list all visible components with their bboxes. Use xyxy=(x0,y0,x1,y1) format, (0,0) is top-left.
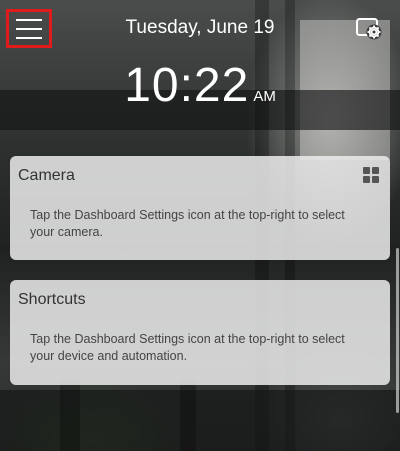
clock: 10:22 AM xyxy=(0,58,400,113)
camera-card[interactable]: Camera Tap the Dashboard Settings icon a… xyxy=(10,156,390,260)
shortcuts-card-message: Tap the Dashboard Settings icon at the t… xyxy=(30,332,345,363)
date-label: Tuesday, June 19 xyxy=(125,17,275,38)
top-bar: Tuesday, June 19 xyxy=(0,0,400,56)
grid-icon[interactable] xyxy=(363,167,379,183)
dashboard-settings-icon xyxy=(356,18,382,40)
scrollbar[interactable] xyxy=(396,248,399,413)
camera-card-title: Camera xyxy=(18,167,75,184)
shortcuts-card[interactable]: Shortcuts Tap the Dashboard Settings ico… xyxy=(10,280,390,385)
shortcuts-card-title: Shortcuts xyxy=(18,291,86,308)
camera-card-message: Tap the Dashboard Settings icon at the t… xyxy=(30,208,345,239)
clock-time: 10:22 xyxy=(124,59,250,112)
clock-ampm: AM xyxy=(253,88,276,105)
dashboard-settings-button[interactable] xyxy=(355,15,385,43)
